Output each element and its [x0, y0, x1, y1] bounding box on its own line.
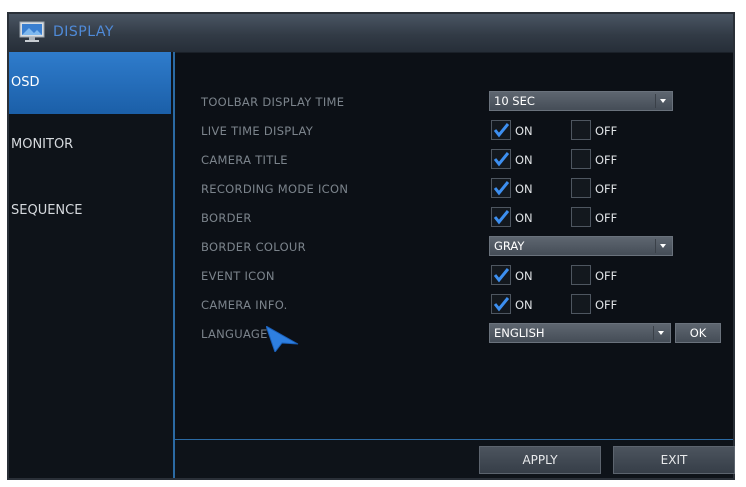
dropdown-value: 10 SEC	[494, 94, 535, 108]
camera-title-label: CAMERA TITLE	[201, 153, 288, 167]
live-time-display-label: LIVE TIME DISPLAY	[201, 124, 314, 138]
dropdown-value: ENGLISH	[494, 326, 545, 340]
camera-info-row: CAMERA INFO. ON OFF	[175, 291, 733, 321]
off-label: OFF	[595, 298, 618, 312]
on-label: ON	[515, 153, 533, 167]
language-dropdown[interactable]: ENGLISH	[489, 323, 671, 343]
on-label: ON	[515, 211, 533, 225]
recording-mode-icon-on-checkbox[interactable]	[491, 178, 511, 198]
toolbar-display-time-dropdown[interactable]: 10 SEC	[489, 91, 673, 111]
checkmark-icon	[493, 297, 509, 312]
settings-panel: TOOLBAR DISPLAY TIME 10 SEC LIVE TIME DI…	[175, 52, 735, 478]
event-icon-row: EVENT ICON ON OFF	[175, 262, 733, 292]
border-row: BORDER ON OFF	[175, 204, 733, 234]
off-label: OFF	[595, 269, 618, 283]
dropdown-value: GRAY	[494, 239, 525, 253]
on-label: ON	[515, 182, 533, 196]
live-time-display-off-checkbox[interactable]	[571, 120, 591, 140]
camera-info-off-checkbox[interactable]	[571, 294, 591, 314]
dropdown-separator	[653, 326, 654, 340]
recording-mode-icon-label: RECORDING MODE ICON	[201, 182, 349, 196]
sidebar-item-label: MONITOR	[11, 137, 74, 152]
language-ok-button[interactable]: OK	[675, 323, 721, 343]
sidebar-item-label: OSD	[11, 75, 40, 90]
on-label: ON	[515, 298, 533, 312]
sidebar-item-sequence[interactable]: SEQUENCE	[9, 180, 171, 242]
toolbar-display-time-label: TOOLBAR DISPLAY TIME	[201, 95, 345, 109]
sidebar-item-monitor[interactable]: MONITOR	[9, 114, 171, 176]
language-row: LANGUAGE ENGLISH OK	[175, 320, 733, 350]
apply-button[interactable]: APPLY	[479, 446, 601, 474]
display-settings-window: DISPLAY OSD MONITOR SEQUENCE TOOLBAR DIS…	[7, 12, 735, 480]
camera-info-label: CAMERA INFO.	[201, 298, 288, 312]
camera-info-on-checkbox[interactable]	[491, 294, 511, 314]
checkmark-icon	[493, 181, 509, 196]
sidebar: OSD MONITOR SEQUENCE	[9, 52, 175, 478]
border-colour-row: BORDER COLOUR GRAY	[175, 233, 733, 263]
monitor-icon	[19, 21, 45, 43]
off-label: OFF	[595, 153, 618, 167]
checkmark-icon	[493, 268, 509, 283]
event-icon-on-checkbox[interactable]	[491, 265, 511, 285]
live-time-display-on-checkbox[interactable]	[491, 120, 511, 140]
checkmark-icon	[493, 123, 509, 138]
checkmark-icon	[493, 210, 509, 225]
on-label: ON	[515, 269, 533, 283]
chevron-down-icon	[660, 99, 666, 103]
window-title: DISPLAY	[53, 24, 114, 40]
on-label: ON	[515, 124, 533, 138]
sidebar-item-label: SEQUENCE	[11, 203, 83, 218]
border-colour-dropdown[interactable]: GRAY	[489, 236, 673, 256]
camera-title-row: CAMERA TITLE ON OFF	[175, 146, 733, 176]
exit-button[interactable]: EXIT	[613, 446, 735, 474]
off-label: OFF	[595, 124, 618, 138]
off-label: OFF	[595, 211, 618, 225]
sidebar-item-osd[interactable]: OSD	[9, 52, 171, 114]
camera-title-on-checkbox[interactable]	[491, 149, 511, 169]
border-label: BORDER	[201, 211, 252, 225]
camera-title-off-checkbox[interactable]	[571, 149, 591, 169]
toolbar-display-time-row: TOOLBAR DISPLAY TIME 10 SEC	[175, 88, 733, 118]
button-bar: APPLY EXIT	[175, 439, 735, 478]
language-label: LANGUAGE	[201, 327, 268, 341]
border-colour-label: BORDER COLOUR	[201, 240, 306, 254]
live-time-display-row: LIVE TIME DISPLAY ON OFF	[175, 117, 733, 147]
recording-mode-icon-row: RECORDING MODE ICON ON OFF	[175, 175, 733, 205]
mouse-pointer-icon	[266, 326, 299, 352]
dropdown-separator	[655, 94, 656, 108]
event-icon-off-checkbox[interactable]	[571, 265, 591, 285]
border-on-checkbox[interactable]	[491, 207, 511, 227]
chevron-down-icon	[658, 331, 664, 335]
event-icon-label: EVENT ICON	[201, 269, 275, 283]
recording-mode-icon-off-checkbox[interactable]	[571, 178, 591, 198]
off-label: OFF	[595, 182, 618, 196]
checkmark-icon	[493, 152, 509, 167]
dropdown-separator	[655, 239, 656, 253]
chevron-down-icon	[660, 244, 666, 248]
border-off-checkbox[interactable]	[571, 207, 591, 227]
title-bar: DISPLAY	[9, 14, 733, 53]
